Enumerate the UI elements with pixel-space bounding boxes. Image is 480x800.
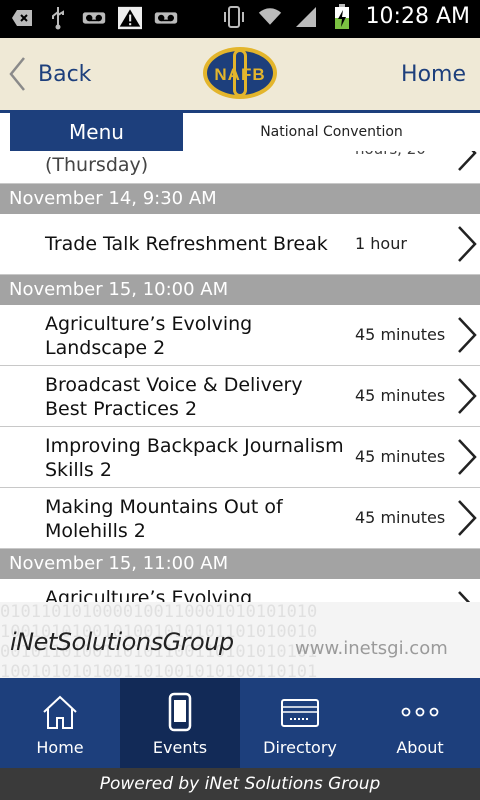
phone-icon	[168, 692, 192, 732]
event-duration: 45 minutes	[355, 447, 446, 466]
nav-about[interactable]: About	[360, 678, 480, 768]
vibrate-icon	[222, 5, 246, 29]
home-link[interactable]: Home	[401, 62, 466, 87]
sponsor-banner[interactable]: 0101101010000100110001010101010 10010101…	[0, 602, 480, 678]
event-title: Trade Talk Refreshment Break	[45, 233, 328, 255]
signal-icon	[294, 5, 318, 29]
binary-line: 1001010101001101001010100110101	[0, 662, 318, 678]
binary-line: 0101101010000100110001010101010	[0, 602, 318, 622]
event-title: Agriculture’s Evolving	[45, 587, 253, 602]
app-header: Back NAFB Home	[0, 38, 480, 113]
event-title: Improving Backpack Journalism Skills 2	[45, 435, 344, 481]
list-item[interactable]: Trade Talk Refreshment Break 1 hour	[0, 214, 480, 275]
event-title: Agriculture’s Evolving Landscape 2	[45, 313, 253, 359]
tab-national-convention[interactable]: National Convention	[183, 113, 480, 151]
list-item[interactable]: Agriculture’s Evolving	[0, 579, 480, 602]
nav-directory[interactable]: Directory	[240, 678, 360, 768]
usb-icon	[46, 6, 70, 30]
tab-bar: Menu National Convention	[0, 113, 480, 151]
chevron-right-icon	[458, 439, 477, 475]
powered-by-footer: Powered by iNet Solutions Group	[0, 768, 480, 800]
dots-icon	[401, 707, 439, 717]
chevron-right-icon	[458, 226, 477, 262]
nav-label: About	[396, 738, 444, 757]
chevron-right-icon	[458, 500, 477, 536]
voicemail-icon	[154, 6, 178, 30]
warning-icon	[118, 6, 142, 30]
list-item[interactable]: Agriculture’s Evolving Landscape 2 45 mi…	[0, 305, 480, 366]
battery-charging-icon	[330, 3, 354, 29]
bottom-navigation: Home Events Directory About	[0, 678, 480, 768]
sponsor-website: www.inetsgi.com	[295, 638, 448, 659]
status-bar: 10:28 AM	[0, 0, 480, 38]
nav-label: Events	[152, 738, 208, 757]
back-notification-icon	[10, 6, 34, 30]
event-duration: 45 minutes	[355, 325, 446, 344]
nafb-logo: NAFB	[203, 47, 277, 99]
chevron-right-icon	[458, 151, 477, 171]
section-header: November 15, 11:00 AM	[0, 549, 480, 579]
chevron-right-icon	[458, 317, 477, 353]
back-button[interactable]: Back	[8, 56, 91, 92]
section-header: November 14, 9:30 AM	[0, 184, 480, 214]
back-label: Back	[38, 61, 92, 87]
tab-menu[interactable]: Menu	[10, 113, 183, 151]
voicemail-icon	[82, 6, 106, 30]
wifi-icon	[258, 5, 282, 29]
nav-events[interactable]: Events	[120, 678, 240, 768]
card-icon	[281, 699, 319, 727]
nav-label: Home	[36, 738, 84, 757]
system-icons: 10:28 AM	[222, 3, 470, 29]
notification-icons	[10, 6, 178, 30]
chevron-right-icon	[458, 378, 477, 414]
duration-line: hours, 20	[355, 151, 426, 159]
logo-text: NAFB	[214, 65, 265, 84]
list-item[interactable]: Broadcast Voice & Delivery Best Practice…	[0, 366, 480, 427]
event-list[interactable]: (Thursday) 333333 hours, 20 November 14,…	[0, 151, 480, 602]
event-title: (Thursday)	[45, 154, 149, 176]
event-title: Making Mountains Out of Molehills 2	[45, 496, 283, 542]
sponsor-brand: iNetSolutionsGroup	[10, 628, 234, 656]
nav-label: Directory	[263, 738, 337, 757]
event-duration: 45 minutes	[355, 386, 446, 405]
list-item[interactable]: (Thursday) 333333 hours, 20	[0, 151, 480, 184]
event-duration: 333333 hours, 20	[355, 151, 426, 159]
list-item[interactable]: Improving Backpack Journalism Skills 2 4…	[0, 427, 480, 488]
clock: 10:28 AM	[365, 4, 470, 29]
chevron-right-icon	[458, 591, 471, 602]
event-title: Broadcast Voice & Delivery Best Practice…	[45, 374, 303, 420]
list-item[interactable]: Making Mountains Out of Molehills 2 45 m…	[0, 488, 480, 549]
chevron-left-icon	[9, 57, 25, 91]
home-icon	[43, 695, 77, 729]
nav-home[interactable]: Home	[0, 678, 120, 768]
section-header: November 15, 10:00 AM	[0, 275, 480, 305]
event-duration: 45 minutes	[355, 508, 446, 527]
event-duration: 1 hour	[355, 234, 407, 253]
